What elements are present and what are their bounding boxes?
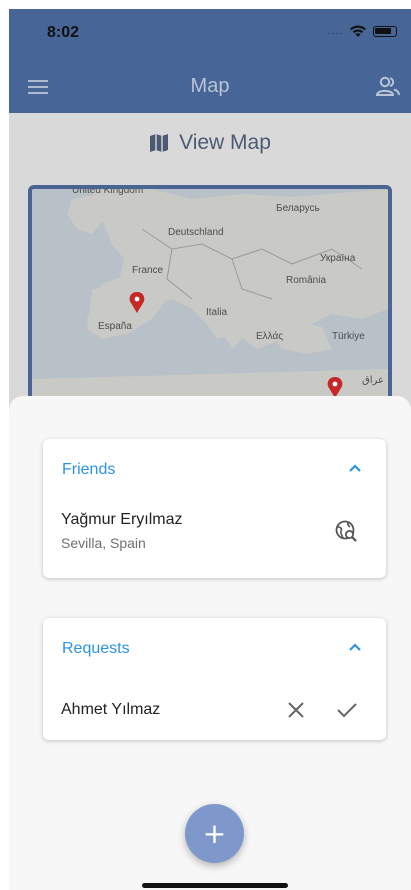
home-indicator bbox=[142, 883, 288, 888]
friend-name: Yağmur Eryılmaz bbox=[61, 511, 183, 528]
view-map-label: View Map bbox=[179, 131, 271, 154]
battery-icon bbox=[373, 26, 397, 37]
status-bar: 8:02 .... bbox=[9, 9, 411, 61]
request-name: Ahmet Yılmaz bbox=[61, 701, 161, 718]
signal-icon: .... bbox=[327, 26, 343, 37]
app-title: Map bbox=[190, 75, 230, 97]
friend-list-item[interactable]: Yağmur Eryılmaz Sevilla, Spain bbox=[43, 501, 386, 578]
requests-title: Requests bbox=[62, 640, 130, 657]
map-label-united-kingdom: United Kingdom bbox=[72, 185, 144, 196]
map-tiles bbox=[32, 189, 388, 421]
map-label-greece: Ελλάς bbox=[256, 331, 284, 342]
map-label-romania: România bbox=[286, 275, 327, 286]
map-label-ukraine: Україна bbox=[320, 253, 356, 264]
add-button[interactable]: + bbox=[185, 804, 244, 863]
map-label-spain: España bbox=[98, 321, 132, 332]
request-list-item: Ahmet Yılmaz bbox=[43, 680, 386, 740]
friends-header[interactable]: Friends bbox=[43, 439, 386, 501]
friends-title: Friends bbox=[62, 461, 116, 478]
globe-search-icon[interactable] bbox=[334, 519, 358, 543]
map-label-france: France bbox=[132, 265, 164, 276]
map-label-iraq: عراق bbox=[362, 375, 385, 386]
map-label-turkey: Türkiye bbox=[332, 331, 365, 342]
status-time: 8:02 bbox=[47, 24, 80, 41]
requests-card: Requests Ahmet Yılmaz bbox=[43, 618, 386, 740]
check-icon[interactable] bbox=[336, 700, 358, 720]
status-icons: .... bbox=[328, 25, 397, 38]
requests-header[interactable]: Requests bbox=[43, 618, 386, 680]
map-label-germany: Deutschland bbox=[168, 227, 224, 238]
map-icon bbox=[150, 134, 169, 152]
friend-location: Sevilla, Spain bbox=[61, 535, 146, 551]
wifi-icon bbox=[350, 25, 366, 37]
map-view[interactable]: United Kingdom Беларусь Deutschland Укра… bbox=[28, 185, 392, 425]
map-label-italy: Italia bbox=[206, 307, 228, 318]
map-label-belarus: Беларусь bbox=[276, 203, 320, 214]
plus-icon: + bbox=[202, 816, 227, 850]
app-bar: Map bbox=[9, 61, 411, 113]
chevron-up-icon[interactable] bbox=[348, 463, 362, 473]
friends-card: Friends Yağmur Eryılmaz Sevilla, Spain bbox=[43, 439, 386, 578]
close-icon[interactable] bbox=[286, 700, 306, 720]
phone-screen: 8:02 .... Map View Map United Kingdom Бе… bbox=[9, 9, 411, 890]
view-map-button[interactable]: View Map bbox=[9, 131, 411, 155]
people-icon[interactable] bbox=[375, 74, 401, 100]
chevron-up-icon[interactable] bbox=[348, 642, 362, 652]
